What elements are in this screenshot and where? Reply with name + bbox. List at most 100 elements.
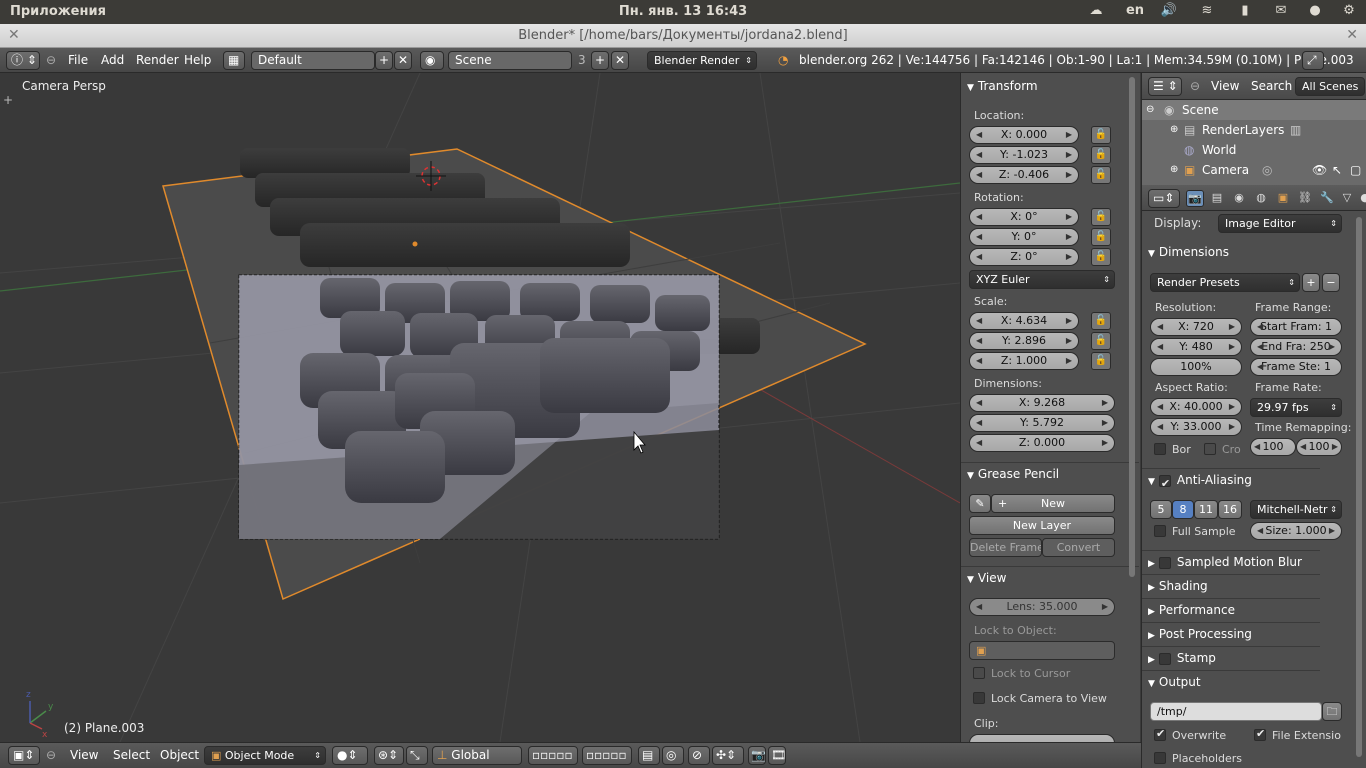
render-animation-icon[interactable]: 🎞 bbox=[768, 746, 786, 765]
output-panel-header[interactable]: ▼ Output bbox=[1142, 670, 1320, 692]
post-processing-panel-header[interactable]: ▶ Post Processing bbox=[1142, 622, 1320, 644]
menu-help[interactable]: Help bbox=[184, 53, 211, 67]
layer-buttons-group-1[interactable]: ▫▫▫▫▫ bbox=[528, 746, 578, 765]
battery-icon[interactable]: ▮ bbox=[1234, 3, 1256, 21]
frame-step-field[interactable]: ◀ Frame Ste: 1 bbox=[1250, 358, 1342, 376]
aa-filter-dropdown[interactable]: Mitchell-Netr ⇕ bbox=[1250, 500, 1342, 519]
lock-icon[interactable]: 🔓 bbox=[1091, 228, 1111, 246]
layer-buttons-group-2[interactable]: ▫▫▫▫▫ bbox=[582, 746, 632, 765]
delete-screen-icon[interactable]: ✕ bbox=[394, 51, 412, 70]
outliner-filter-dropdown[interactable]: All Scenes bbox=[1295, 77, 1365, 96]
cloud-icon[interactable]: ☁ bbox=[1085, 3, 1107, 21]
rotation-z-field[interactable]: ◀ Z: 0° ▶ bbox=[969, 248, 1079, 266]
transform-panel-header[interactable]: ▼ Transform bbox=[961, 75, 1139, 97]
menu-object[interactable]: Object bbox=[160, 748, 199, 762]
world-tab-icon[interactable]: ◍ bbox=[1252, 190, 1270, 207]
grease-pencil-new-button[interactable]: + New bbox=[991, 494, 1115, 513]
expand-icon[interactable]: ⊕ bbox=[1170, 160, 1178, 180]
volume-icon[interactable]: 🔊 bbox=[1158, 3, 1180, 21]
location-x-field[interactable]: ◀ X: 0.000 ▶ bbox=[969, 126, 1079, 144]
menu-add[interactable]: Add bbox=[101, 53, 124, 67]
file-extensions-checkbox[interactable] bbox=[1254, 727, 1266, 741]
screen-layout-icon[interactable]: ▦ bbox=[223, 51, 245, 70]
frame-rate-dropdown[interactable]: 29.97 fps ⇕ bbox=[1250, 398, 1342, 417]
render-engine-dropdown[interactable]: Blender Render ⇕ bbox=[647, 51, 757, 70]
viewport-tool-plus-icon[interactable]: + bbox=[3, 93, 13, 107]
filter-size-field[interactable]: ◀ Size: 1.000 ▶ bbox=[1250, 522, 1342, 540]
add-preset-icon[interactable]: + bbox=[1302, 273, 1320, 292]
collapse-menu-icon[interactable]: ⊖ bbox=[46, 748, 56, 762]
render-presets-dropdown[interactable]: Render Presets ⇕ bbox=[1150, 273, 1300, 292]
pivot-point-button[interactable]: ⊛⇕ bbox=[374, 746, 404, 765]
delete-scene-icon[interactable]: ✕ bbox=[611, 51, 629, 70]
outliner-row-scene[interactable]: ⊖ ◉ Scene bbox=[1142, 100, 1366, 120]
anti-aliasing-panel-header[interactable]: ▼Anti-Aliasing bbox=[1142, 468, 1320, 495]
lock-icon[interactable]: 🔓 bbox=[1091, 146, 1111, 164]
snap-element-dropdown[interactable]: ✣⇕ bbox=[712, 746, 744, 765]
scene-field[interactable]: Scene bbox=[448, 51, 572, 70]
wifi-icon[interactable]: ≋ bbox=[1196, 3, 1218, 21]
scene-tab-icon[interactable]: ◉ bbox=[1230, 190, 1248, 207]
renderable-camera-icon[interactable]: ▢ bbox=[1350, 160, 1361, 180]
proportional-editing-icon[interactable]: ◎ bbox=[662, 746, 684, 765]
delete-frame-button[interactable]: Delete Frame bbox=[969, 538, 1042, 557]
constraints-tab-icon[interactable]: ⛓ bbox=[1296, 190, 1314, 207]
editor-type-properties-button[interactable]: ▭⇕ bbox=[1148, 189, 1180, 208]
clip-start-field[interactable] bbox=[969, 734, 1115, 742]
editor-type-info-button[interactable]: ⓘ ⇕ bbox=[6, 51, 40, 70]
motion-blur-checkbox[interactable] bbox=[1158, 556, 1171, 569]
aspect-x-field[interactable]: ◀ X: 40.000 ▶ bbox=[1150, 398, 1242, 416]
rotation-y-field[interactable]: ◀ Y: 0° ▶ bbox=[969, 228, 1079, 246]
lock-to-cursor-checkbox[interactable] bbox=[973, 667, 985, 679]
time-remap-old-field[interactable]: ◀ 100 bbox=[1250, 438, 1296, 456]
dimensions-z-field[interactable]: ◀ Z: 0.000 ▶ bbox=[969, 434, 1115, 452]
lock-icon[interactable]: 🔓 bbox=[1091, 126, 1111, 144]
view-panel-header[interactable]: ▼ View bbox=[961, 566, 1139, 588]
data-tab-icon[interactable]: ▽ bbox=[1338, 190, 1356, 207]
resolution-percentage-field[interactable]: 100% bbox=[1150, 358, 1242, 376]
viewport-shading-button[interactable]: ●⇕ bbox=[332, 746, 368, 765]
new-layer-button[interactable]: New Layer bbox=[969, 516, 1115, 535]
menu-file[interactable]: File bbox=[68, 53, 88, 67]
add-screen-icon[interactable]: + bbox=[375, 51, 393, 70]
outliner-row-renderlayers[interactable]: ⊕ ▤ RenderLayers ▥ bbox=[1142, 120, 1366, 140]
frame-start-field[interactable]: ◀ Start Fram: 1 bbox=[1250, 318, 1342, 336]
time-remap-new-field[interactable]: ◀ 100 ▶ bbox=[1296, 438, 1342, 456]
collapse-menu-icon[interactable]: ⊖ bbox=[46, 53, 56, 67]
stamp-checkbox[interactable] bbox=[1158, 652, 1171, 665]
aa-samples-5-button[interactable]: 5 bbox=[1150, 500, 1172, 519]
convert-button[interactable]: Convert bbox=[1042, 538, 1115, 557]
lock-icon[interactable]: 🔓 bbox=[1091, 332, 1111, 350]
outliner-row-world[interactable]: ◍ World bbox=[1142, 140, 1366, 160]
menu-select[interactable]: Select bbox=[113, 748, 150, 762]
outliner-row-camera[interactable]: ⊕ ▣ Camera ◎ 👁 ↖ ▢ bbox=[1142, 160, 1366, 180]
dimensions-x-field[interactable]: ◀ X: 9.268 ▶ bbox=[969, 394, 1115, 412]
lock-camera-to-view-checkbox[interactable] bbox=[973, 692, 985, 704]
remove-preset-icon[interactable]: − bbox=[1322, 273, 1340, 292]
overwrite-checkbox[interactable] bbox=[1154, 727, 1166, 741]
render-opengl-icon[interactable]: 📷 bbox=[748, 746, 766, 765]
aspect-y-field[interactable]: ◀ Y: 33.000 ▶ bbox=[1150, 418, 1242, 436]
stamp-panel-header[interactable]: ▶ Stamp bbox=[1142, 646, 1320, 668]
location-y-field[interactable]: ◀ Y: -1.023 ▶ bbox=[969, 146, 1079, 164]
aa-samples-11-button[interactable]: 11 bbox=[1194, 500, 1218, 519]
render-tab-camera-icon[interactable]: 📷 bbox=[1186, 190, 1204, 207]
user-icon[interactable]: ● bbox=[1304, 3, 1326, 21]
lock-icon[interactable]: 🔓 bbox=[1091, 352, 1111, 370]
lock-icon[interactable]: 🔓 bbox=[1091, 166, 1111, 184]
sampled-motion-blur-panel-header[interactable]: ▶ Sampled Motion Blur bbox=[1142, 550, 1320, 572]
object-tab-icon[interactable]: ▣ bbox=[1274, 190, 1292, 207]
lens-field[interactable]: ◀ Lens: 35.000 ▶ bbox=[969, 598, 1115, 616]
selectable-cursor-icon[interactable]: ↖ bbox=[1332, 160, 1342, 180]
menu-render[interactable]: Render bbox=[136, 53, 179, 67]
scale-y-field[interactable]: ◀ Y: 2.896 ▶ bbox=[969, 332, 1079, 350]
transform-orientation-dropdown[interactable]: ⊥ Global bbox=[432, 746, 522, 765]
material-tab-icon[interactable]: ● bbox=[1356, 190, 1366, 207]
rotation-x-field[interactable]: ◀ X: 0° ▶ bbox=[969, 208, 1079, 226]
aa-samples-8-button[interactable]: 8 bbox=[1172, 500, 1194, 519]
rotation-mode-dropdown[interactable]: XYZ Euler ⇕ bbox=[969, 270, 1115, 289]
shading-panel-header[interactable]: ▶ Shading bbox=[1142, 574, 1320, 596]
performance-panel-header[interactable]: ▶ Performance bbox=[1142, 598, 1320, 620]
visibility-eye-icon[interactable]: 👁 bbox=[1312, 160, 1327, 180]
render-layers-tab-icon[interactable]: ▤ bbox=[1208, 190, 1226, 207]
